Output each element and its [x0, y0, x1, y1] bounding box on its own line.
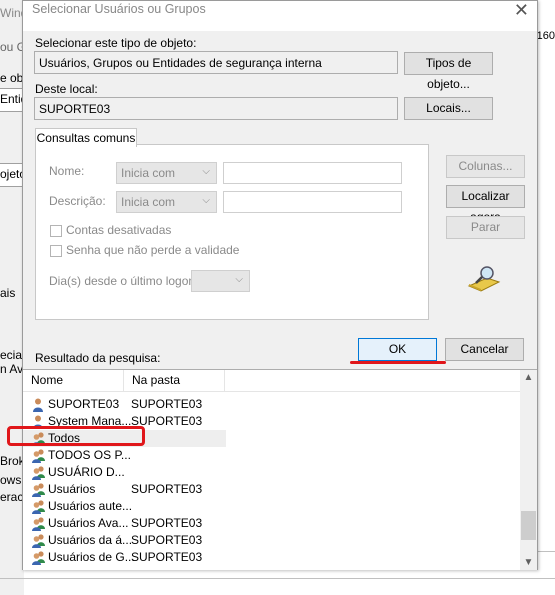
description-label: Descrição: [49, 194, 106, 208]
list-item-folder: SUPORTE03 [131, 397, 203, 411]
scroll-up-icon[interactable]: ▲ [520, 372, 537, 383]
chevron-down-icon: ⌵ [202, 195, 210, 206]
tab-common-queries[interactable]: Consultas comuns [35, 128, 137, 147]
results-scrollbar[interactable]: ▲ ▼ [520, 370, 537, 570]
description-input[interactable] [223, 191, 402, 213]
group-icon [31, 465, 47, 481]
object-type-field: Usuários, Grupos ou Entidades de seguran… [34, 51, 398, 74]
background-text-fragment: ows [0, 473, 22, 487]
list-item-name: Usuários aute... [48, 499, 133, 513]
background-text-fragment: Brok [0, 454, 25, 468]
group-icon [31, 550, 47, 566]
column-header-name[interactable]: Nome [23, 370, 124, 391]
columns-button[interactable]: Colunas... [446, 155, 525, 178]
description-filter-combo[interactable]: Inicia com ⌵ [116, 191, 217, 213]
group-icon [31, 533, 47, 549]
days-since-logon-combo[interactable]: ⌵ [191, 270, 250, 292]
close-icon[interactable]: ✕ [514, 0, 529, 21]
scroll-thumb[interactable] [521, 511, 536, 540]
days-since-logon-label: Dia(s) desde o último logon: [49, 274, 199, 288]
todos-highlight-box [7, 426, 145, 446]
background-divider [536, 551, 555, 552]
scroll-down-icon[interactable]: ▼ [520, 557, 537, 568]
name-label: Nome: [49, 164, 85, 178]
location-field: SUPORTE03 [34, 97, 398, 120]
results-list[interactable]: Nome Na pasta SUPORTE03 SUPORTE03 System M… [7, 369, 537, 570]
list-item-name: SUPORTE03 [48, 397, 120, 411]
name-filter-value: Inicia com [121, 166, 176, 180]
group-icon [31, 516, 47, 532]
background-text-fragment: ais [0, 286, 16, 300]
chevron-down-icon: ⌵ [202, 166, 210, 177]
results-header: Nome Na pasta [23, 370, 520, 392]
dialog-titlebar: Selecionar Usuários ou Grupos ✕ [23, 0, 537, 31]
list-item[interactable]: Usuários aute... [23, 498, 226, 515]
list-item-folder: SUPORTE03 [131, 516, 203, 530]
group-icon [31, 499, 47, 515]
list-item[interactable]: SUPORTE03 SUPORTE03 [23, 396, 226, 413]
list-item-folder: SUPORTE03 [131, 482, 203, 496]
column-header-folder[interactable]: Na pasta [124, 370, 225, 391]
list-item[interactable]: Usuários da á... SUPORTE03 [23, 532, 226, 549]
list-item-name: Usuários Ava... [48, 516, 129, 530]
list-item[interactable]: USUÁRIO D... [23, 464, 226, 481]
name-input[interactable] [223, 162, 402, 184]
find-now-button[interactable]: Localizar agora [446, 185, 525, 224]
disabled-accounts-label: Contas desativadas [66, 223, 172, 237]
user-icon [31, 397, 47, 413]
ok-button[interactable]: OK [358, 338, 437, 361]
object-type-label: Selecionar este tipo de objeto: [35, 36, 197, 50]
disabled-accounts-checkbox[interactable] [50, 225, 62, 237]
cancel-button[interactable]: Cancelar [445, 338, 524, 361]
list-item[interactable]: Usuários SUPORTE03 [23, 481, 226, 498]
list-item[interactable]: Usuários de G... SUPORTE03 [23, 549, 226, 566]
list-item[interactable]: Usuários Ava... SUPORTE03 [23, 515, 226, 532]
background-divider [0, 578, 555, 579]
list-item-name: TODOS OS P... [48, 448, 131, 462]
non-expiring-password-checkbox[interactable] [50, 245, 62, 257]
group-icon [31, 482, 47, 498]
stop-button[interactable]: Parar [446, 216, 525, 239]
locations-button[interactable]: Locais... [404, 97, 493, 120]
chevron-down-icon: ⌵ [235, 274, 243, 285]
group-icon [31, 448, 47, 464]
name-filter-combo[interactable]: Inicia com ⌵ [116, 162, 217, 184]
list-item-name: Usuários [48, 482, 96, 496]
results-label: Resultado da pesquisa: [35, 351, 161, 365]
select-users-dialog: Selecionar Usuários ou Grupos ✕ Selecion… [7, 0, 538, 570]
list-item-name: Usuários da á... [48, 533, 133, 547]
list-item-folder: SUPORTE03 [131, 550, 203, 564]
list-item[interactable]: TODOS OS P... [23, 447, 226, 464]
list-item-name: USUÁRIO D... [48, 465, 125, 479]
location-label: Deste local: [35, 82, 98, 96]
list-item-name: Usuários de G... [48, 550, 135, 564]
list-item-folder: SUPORTE03 [131, 533, 203, 547]
non-expiring-password-label: Senha que não perde a validade [66, 243, 240, 257]
object-types-button[interactable]: Tipos de objeto... [404, 52, 493, 91]
common-queries-panel: Nome: Inicia com ⌵ Descrição: Inicia com… [35, 144, 429, 320]
dialog-title: Selecionar Usuários ou Grupos [32, 2, 206, 16]
search-magnifier-icon [467, 266, 501, 292]
description-filter-value: Inicia com [121, 195, 176, 209]
ok-highlight-underline [350, 361, 446, 364]
